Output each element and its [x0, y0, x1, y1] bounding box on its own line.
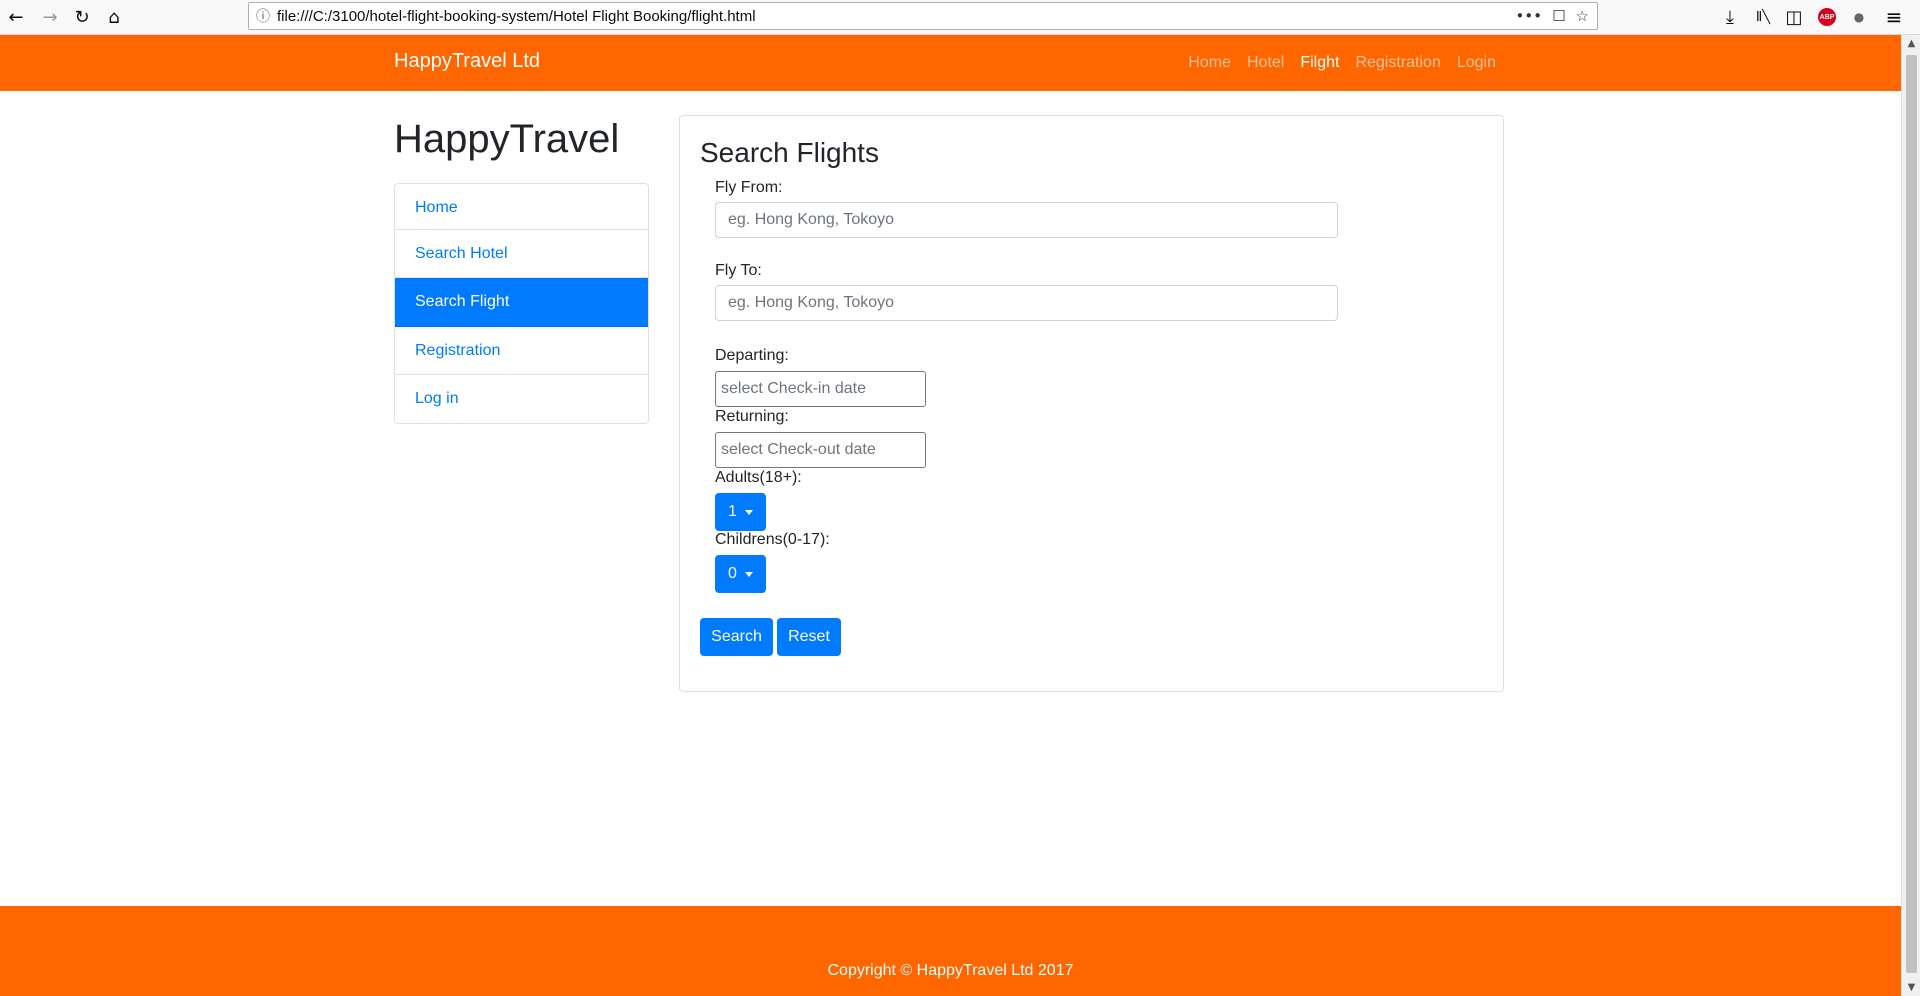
library-icon[interactable]: Ⅱ╲	[1749, 3, 1777, 31]
card-title: Search Flights	[700, 137, 879, 168]
sidebar-item-home[interactable]: Home	[395, 184, 648, 230]
nav-link-login[interactable]: Login	[1457, 54, 1496, 72]
sidebar-menu: Home Search Hotel Search Flight Registra…	[394, 183, 649, 424]
search-button[interactable]: Search	[700, 618, 773, 656]
abp-badge: ABP	[1818, 8, 1836, 26]
vertical-scrollbar[interactable]: ▲ ▼	[1901, 35, 1920, 996]
children-label: Childrens(0-17):	[715, 531, 830, 548]
sidebar-item-search-hotel[interactable]: Search Hotel	[395, 230, 648, 278]
sidebar-toggle-icon[interactable]: ◫	[1780, 3, 1808, 31]
adults-dropdown[interactable]: 1	[715, 493, 766, 531]
page-footer: Copyright © HappyTravel Ltd 2017	[0, 906, 1901, 996]
returning-label: Returning:	[715, 408, 789, 425]
pocket-icon[interactable]: ☐	[1552, 7, 1565, 25]
site-title: HappyTravel	[394, 117, 620, 161]
children-dropdown[interactable]: 0	[715, 555, 766, 593]
search-flights-card: Search Flights Fly From: Fly To: Departi…	[679, 115, 1504, 692]
sidebar-item-search-flight[interactable]: Search Flight	[395, 278, 648, 327]
fly-from-label: Fly From:	[715, 179, 783, 196]
back-icon[interactable]: ←	[2, 3, 30, 31]
home-icon[interactable]: ⌂	[100, 3, 128, 31]
nav-link-flight[interactable]: Filght	[1300, 54, 1339, 72]
nav-links: Home Hotel Filght Registration Login	[1188, 54, 1496, 72]
reload-icon[interactable]: ↻	[68, 3, 96, 31]
footer-copyright: Copyright © HappyTravel Ltd 2017	[827, 962, 1074, 979]
browser-toolbar: ← → ↻ ⌂ ⓘ file:///C:/3100/hotel-flight-b…	[0, 0, 1920, 35]
adblock-icon[interactable]: ABP	[1813, 3, 1841, 31]
more-icon[interactable]: •••	[1516, 7, 1543, 25]
reset-button[interactable]: Reset	[777, 618, 841, 656]
fly-to-input[interactable]	[715, 285, 1338, 321]
page-viewport: HappyTravel Ltd Home Hotel Filght Regist…	[0, 35, 1901, 996]
departing-label: Departing:	[715, 347, 789, 364]
url-text[interactable]: file:///C:/3100/hotel-flight-booking-sys…	[277, 8, 1516, 25]
adults-value: 1	[728, 503, 737, 520]
menu-icon[interactable]: ≡	[1880, 3, 1908, 31]
scroll-thumb[interactable]	[1906, 55, 1917, 973]
fly-from-input[interactable]	[715, 202, 1338, 238]
bookmark-star-icon[interactable]: ☆	[1576, 7, 1589, 25]
nav-link-hotel[interactable]: Hotel	[1247, 54, 1284, 72]
forward-icon[interactable]: →	[36, 3, 64, 31]
caret-down-icon	[744, 571, 753, 577]
sidebar-item-registration[interactable]: Registration	[395, 327, 648, 375]
adults-label: Adults(18+):	[715, 469, 802, 486]
info-icon[interactable]: ⓘ	[249, 6, 277, 26]
nav-link-registration[interactable]: Registration	[1355, 54, 1440, 72]
returning-date-input[interactable]	[715, 432, 926, 468]
navbar-brand[interactable]: HappyTravel Ltd	[394, 50, 540, 73]
caret-down-icon	[744, 509, 753, 515]
scroll-up-icon[interactable]: ▲	[1902, 35, 1920, 52]
top-navbar: HappyTravel Ltd Home Hotel Filght Regist…	[0, 35, 1901, 91]
download-icon[interactable]: ⤓	[1716, 3, 1744, 31]
nav-link-home[interactable]: Home	[1188, 54, 1231, 72]
address-bar[interactable]: ⓘ file:///C:/3100/hotel-flight-booking-s…	[248, 2, 1598, 30]
fly-to-label: Fly To:	[715, 262, 762, 279]
scroll-down-icon[interactable]: ▼	[1902, 979, 1920, 996]
children-value: 0	[728, 565, 737, 582]
lightbulb-icon[interactable]: ●	[1845, 3, 1873, 31]
departing-date-input[interactable]	[715, 371, 926, 407]
sidebar-item-login[interactable]: Log in	[395, 375, 648, 423]
